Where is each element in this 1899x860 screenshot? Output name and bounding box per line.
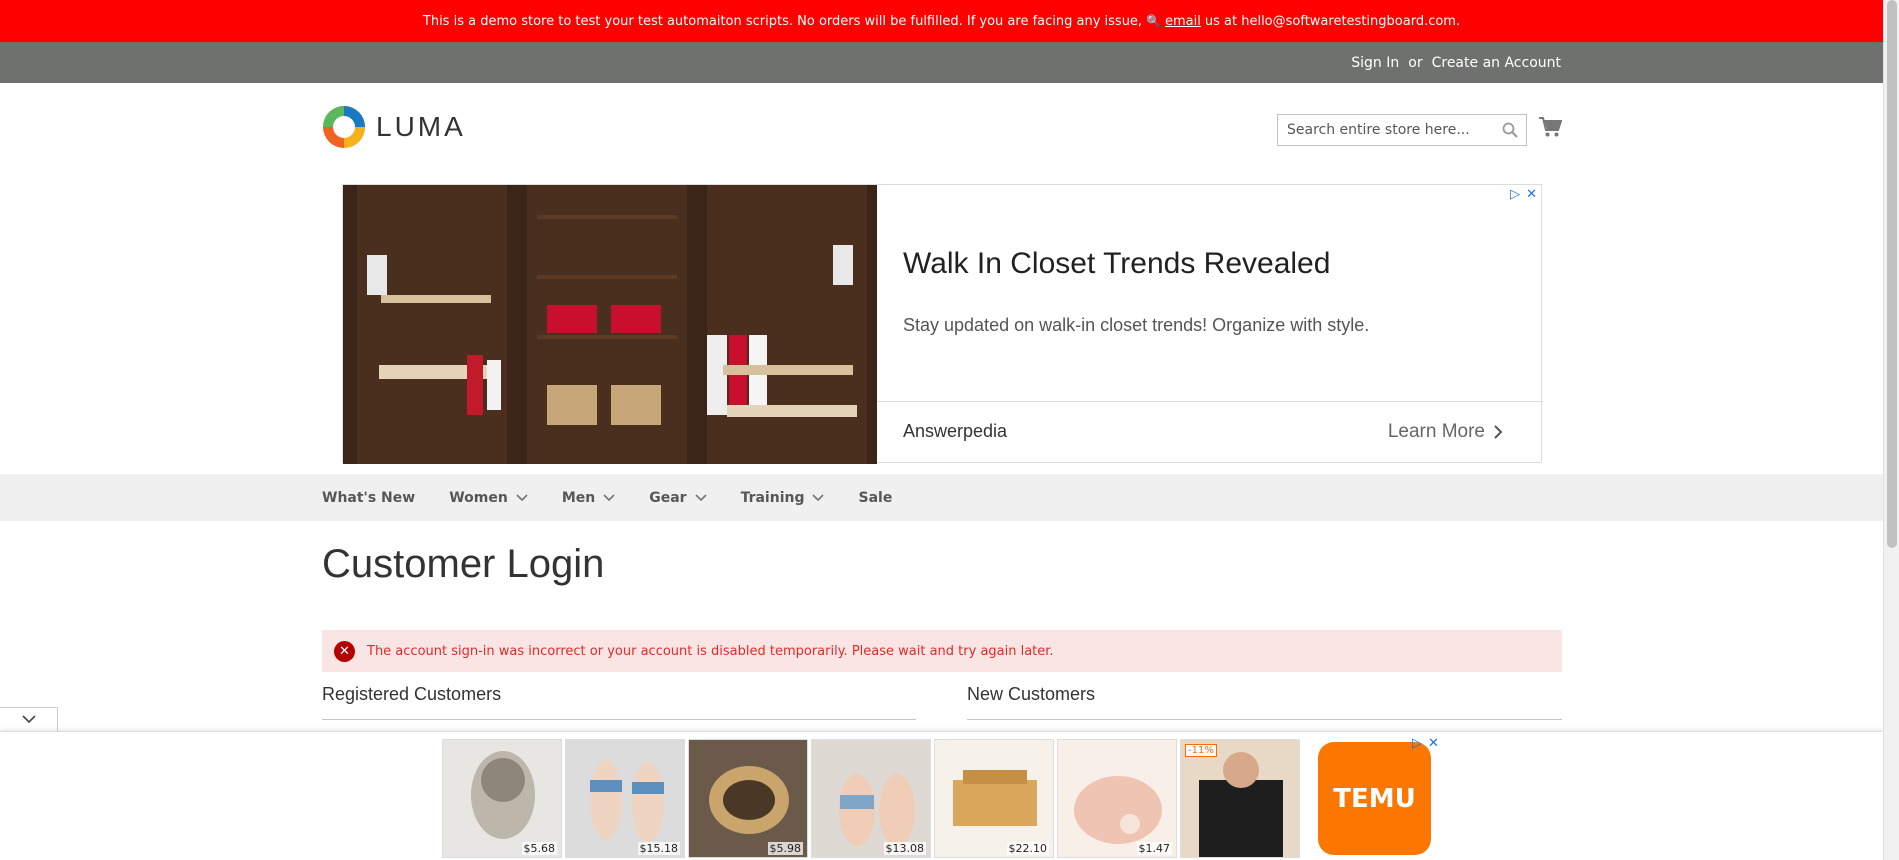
ad-choices[interactable]: ▷ ✕	[1510, 187, 1537, 202]
product-image	[935, 740, 1053, 857]
error-message: ✕ The account sign-in was incorrect or y…	[322, 630, 1562, 672]
main-nav: What's New Women Men Gear Training Sale	[0, 474, 1883, 521]
demo-notice-suffix: us at hello@softwaretestingboard.com.	[1204, 13, 1461, 29]
new-customers-rule	[967, 719, 1562, 720]
product-image	[566, 740, 684, 857]
error-text: The account sign-in was incorrect or you…	[367, 643, 1054, 659]
learn-more-button[interactable]: Learn More	[1388, 421, 1503, 443]
product-strip: $5.68 $15.18 $5.98 $13.08 $22.10 $1.47 -…	[442, 739, 1300, 858]
product-image	[443, 740, 561, 857]
header: LUMA	[0, 83, 1883, 183]
bottom-ad-choices[interactable]: ▷ ✕	[1412, 736, 1439, 751]
adchoices-icon[interactable]: ▷	[1412, 736, 1422, 751]
cart-icon[interactable]	[1538, 116, 1562, 138]
product-price: $15.18	[637, 842, 680, 855]
product-image	[1058, 740, 1176, 857]
ad-divider	[877, 401, 1543, 402]
product-tile[interactable]: $1.47	[1057, 739, 1177, 858]
scrollbar-thumb[interactable]	[1887, 0, 1897, 548]
adchoices-icon[interactable]: ▷	[1510, 187, 1520, 202]
nav-item-sale[interactable]: Sale	[858, 490, 892, 506]
page-scrollbar[interactable]	[1883, 0, 1899, 860]
closet-illustration	[343, 185, 877, 464]
registered-customers-rule	[322, 719, 916, 720]
registered-customers-title: Registered Customers	[322, 684, 502, 704]
nav-item-gear[interactable]: Gear	[649, 490, 707, 506]
ad-source: Answerpedia	[903, 421, 1008, 441]
sign-in-link[interactable]: Sign In	[1351, 55, 1399, 71]
product-price: $22.10	[1006, 842, 1049, 855]
temu-logo[interactable]: TEMU	[1318, 742, 1431, 855]
luma-logo[interactable]: LUMA	[322, 105, 466, 149]
ad-description: Stay updated on walk-in closet trends! O…	[903, 315, 1370, 335]
logo-text: LUMA	[376, 111, 466, 142]
close-icon[interactable]: ✕	[1428, 736, 1439, 751]
product-image	[1181, 740, 1299, 857]
luma-logo-icon	[323, 106, 365, 148]
banner-ad[interactable]: ▷ ✕ Walk In Closet Trends Revealed Stay …	[342, 184, 1543, 464]
demo-notice-bar: This is a demo store to test your test a…	[0, 0, 1883, 42]
product-tile[interactable]: $5.68	[442, 739, 562, 858]
product-price: $5.98	[767, 842, 803, 855]
product-tile[interactable]: $15.18	[565, 739, 685, 858]
product-price: $1.47	[1136, 842, 1172, 855]
create-account-link[interactable]: Create an Account	[1432, 55, 1561, 71]
product-price: $5.68	[521, 842, 557, 855]
learn-more-label: Learn More	[1387, 421, 1485, 442]
temu-logo-text: TEMU	[1333, 783, 1416, 814]
nav-item-training[interactable]: Training	[741, 490, 825, 506]
chevron-down-icon	[694, 493, 707, 501]
product-image	[689, 740, 807, 857]
search-input[interactable]	[1278, 115, 1488, 145]
search-icon[interactable]	[1502, 122, 1518, 138]
top-links-bar: Sign In or Create an Account	[0, 42, 1883, 83]
product-tile[interactable]: $13.08	[811, 739, 931, 858]
chevron-down-icon	[21, 715, 36, 724]
error-icon: ✕	[334, 641, 355, 662]
email-link[interactable]: email	[1165, 14, 1201, 29]
discount-badge: -11%	[1185, 744, 1217, 757]
nav-item-whats-new[interactable]: What's New	[322, 490, 415, 506]
chevron-down-icon	[812, 493, 825, 501]
product-tile[interactable]: $22.10	[934, 739, 1054, 858]
chevron-right-icon	[1494, 425, 1503, 439]
demo-notice-text: This is a demo store to test your test a…	[422, 13, 1143, 29]
magnifier-icon: 🔍	[1146, 14, 1162, 28]
product-tile[interactable]: -11%	[1180, 739, 1300, 858]
ad-title[interactable]: Walk In Closet Trends Revealed	[903, 247, 1330, 281]
collapse-ad-button[interactable]	[0, 707, 58, 731]
chevron-down-icon	[603, 493, 615, 501]
chevron-down-icon	[516, 493, 528, 501]
new-customers-title: New Customers	[967, 684, 1096, 704]
product-price: $13.08	[883, 842, 926, 855]
page-title: Customer Login	[322, 542, 605, 586]
nav-item-women[interactable]: Women	[449, 490, 528, 506]
search-box	[1277, 114, 1527, 146]
close-icon[interactable]: ✕	[1526, 187, 1537, 202]
closet-ad-image[interactable]	[343, 185, 877, 464]
or-text: or	[1408, 54, 1423, 71]
product-tile[interactable]: $5.98	[688, 739, 808, 858]
product-image	[812, 740, 930, 857]
nav-item-men[interactable]: Men	[562, 490, 615, 506]
bottom-ad-banner[interactable]: $5.68 $15.18 $5.98 $13.08 $22.10 $1.47 -…	[0, 731, 1883, 860]
